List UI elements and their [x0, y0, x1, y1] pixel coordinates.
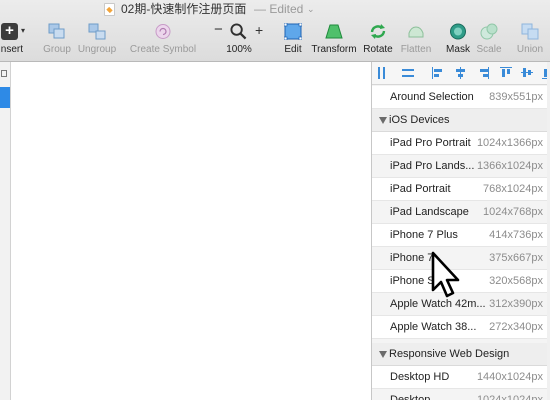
preset-name: Desktop HD [390, 371, 450, 383]
preset-size: 320x568px [489, 275, 543, 287]
mask-button[interactable]: Mask [443, 21, 473, 59]
zoom-out-button[interactable]: − [214, 21, 223, 38]
preset-size: 375x667px [489, 252, 543, 264]
align-middle-vertical-icon[interactable] [521, 67, 533, 79]
alignment-toolbar [372, 62, 550, 85]
section-header-ios-devices[interactable]: iOS Devices [372, 109, 550, 132]
symbol-icon [155, 24, 171, 39]
preset-name: iPad Pro Lands... [390, 160, 475, 172]
align-top-icon[interactable] [500, 67, 512, 79]
transform-button[interactable]: Transform [310, 21, 358, 59]
preset-size: 1366x1024px [476, 160, 543, 172]
artboard-presets-panel: Around Selection 839x551px iOS Devices i… [371, 62, 550, 400]
canvas[interactable] [11, 62, 371, 400]
preset-name: iPhone 7 Plus [390, 229, 458, 241]
flatten-button[interactable]: Flatten [397, 21, 435, 59]
preset-name: iPhone 7 [390, 252, 434, 264]
document-title: 02期-快速制作注册页面 [121, 2, 247, 16]
insert-button[interactable]: + ▾ Insert [0, 21, 30, 59]
preset-ipad-pro-portrait[interactable]: iPad Pro Portrait 1024x1366px [372, 132, 550, 155]
preset-size: 1024x768px [483, 206, 543, 218]
zoom-value: 100% [226, 44, 252, 55]
ungroup-label: Ungroup [77, 44, 117, 55]
group-button[interactable]: Group [40, 21, 74, 59]
preset-name: Desktop [390, 394, 431, 400]
preset-ipad-landscape[interactable]: iPad Landscape 1024x768px [372, 201, 550, 224]
mouse-pointer-icon [431, 251, 460, 298]
preset-desktop-hd[interactable]: Desktop HD 1440x1024px [372, 366, 550, 389]
layers-panel[interactable] [0, 62, 11, 400]
chevron-down-icon[interactable]: ⌄ [307, 0, 315, 19]
preset-size: 839x551px [489, 91, 543, 103]
preset-name: iPad Portrait [390, 183, 451, 195]
document-status[interactable]: — Edited [254, 0, 303, 19]
union-icon [521, 23, 539, 40]
disclosure-triangle-icon [379, 351, 387, 358]
zoom-in-button[interactable]: + [255, 22, 263, 38]
section-title: iOS Devices [389, 114, 450, 126]
preset-ipad-pro-landscape[interactable]: iPad Pro Lands... 1366x1024px [372, 155, 550, 178]
group-icon [48, 23, 65, 39]
toolbar: 02期-快速制作注册页面 — Edited ⌄ + ▾ Insert Group… [0, 0, 550, 62]
preset-apple-watch-38mm[interactable]: Apple Watch 38... 272x340px [372, 316, 550, 339]
ungroup-button[interactable]: Ungroup [77, 21, 117, 59]
preset-size: 272x340px [489, 321, 543, 333]
mask-label: Mask [446, 44, 470, 55]
section-title: Responsive Web Design [389, 348, 510, 360]
align-center-horizontal-icon[interactable] [455, 67, 467, 79]
flatten-label: Flatten [400, 44, 432, 55]
preset-ipad-portrait[interactable]: iPad Portrait 768x1024px [372, 178, 550, 201]
preset-size: 414x736px [489, 229, 543, 241]
create-symbol-label: Create Symbol [129, 44, 197, 55]
distribute-horizontal-icon[interactable] [378, 67, 390, 79]
title-bar: 02期-快速制作注册页面 — Edited ⌄ [0, 0, 550, 19]
mask-icon [450, 23, 466, 40]
sketch-document-icon [104, 3, 115, 16]
scale-label: Scale [476, 44, 502, 55]
preset-name: Apple Watch 38... [390, 321, 477, 333]
preset-name: iPad Pro Portrait [390, 137, 471, 149]
rotate-button[interactable]: Rotate [362, 21, 394, 59]
zoom-control: − + 100% [211, 21, 267, 59]
magnifier-icon [230, 23, 247, 40]
union-label: Union [516, 44, 544, 55]
preset-size: 1440x1024px [476, 371, 543, 383]
preset-name: iPad Landscape [390, 206, 469, 218]
ungroup-icon [88, 23, 106, 40]
preset-size: 1024x1366px [476, 137, 543, 149]
section-header-responsive-web-design[interactable]: Responsive Web Design [372, 343, 550, 366]
flatten-icon [408, 26, 424, 38]
rotate-icon [370, 24, 386, 39]
preset-iphone-7-plus[interactable]: iPhone 7 Plus 414x736px [372, 224, 550, 247]
align-left-icon[interactable] [432, 67, 444, 79]
disclosure-triangle-icon [379, 117, 387, 124]
rotate-label: Rotate [363, 44, 393, 55]
page-icon [1, 70, 7, 77]
preset-around-selection[interactable]: Around Selection 839x551px [372, 86, 550, 109]
transform-icon [325, 24, 343, 39]
scale-button[interactable]: Scale [474, 21, 504, 59]
preset-name: Around Selection [390, 91, 474, 103]
scale-icon [480, 23, 498, 40]
preset-size: 768x1024px [483, 183, 543, 195]
selected-layer-indicator[interactable] [0, 87, 10, 108]
preset-size: 312x390px [489, 298, 543, 310]
distribute-vertical-icon[interactable] [402, 67, 414, 79]
create-symbol-button[interactable]: Create Symbol [128, 21, 198, 59]
union-button[interactable]: Union [512, 21, 548, 59]
group-label: Group [43, 44, 71, 55]
insert-label: Insert [0, 44, 24, 55]
edit-button[interactable]: Edit [278, 21, 308, 59]
align-right-icon[interactable] [478, 67, 490, 79]
chevron-down-icon: ▾ [21, 26, 26, 35]
transform-label: Transform [311, 44, 357, 55]
edit-label: Edit [284, 44, 302, 55]
preset-size: 1024x1024px [476, 394, 543, 400]
preset-desktop[interactable]: Desktop 1024x1024px [372, 389, 550, 400]
edit-icon [284, 23, 302, 40]
plus-icon: + [1, 23, 18, 40]
